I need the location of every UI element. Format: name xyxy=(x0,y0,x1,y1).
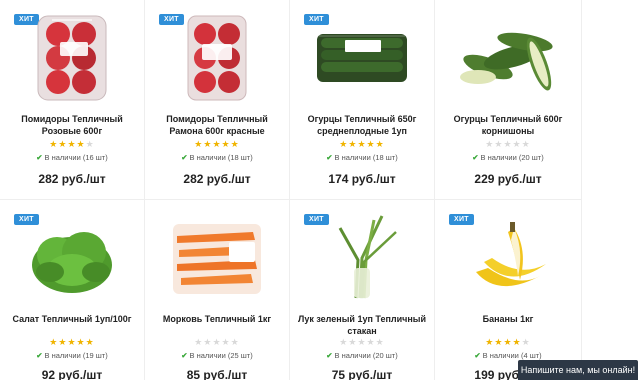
stock-status: ✔ В наличии (18 шт) xyxy=(290,153,434,162)
stock-text: В наличии (16 шт) xyxy=(44,153,108,162)
product-title[interactable]: Морковь Тепличный 1кг xyxy=(153,313,281,325)
rating-stars: ★★★★★ xyxy=(145,337,289,347)
star-icon: ★ xyxy=(503,139,513,149)
star-icon: ★ xyxy=(357,139,367,149)
star-icon: ★ xyxy=(221,139,231,149)
star-icon: ★ xyxy=(67,139,77,149)
check-icon: ✔ xyxy=(181,351,188,360)
product-card[interactable]: ХИТ Лук зеленый 1уп Тепличный стакан ★★★… xyxy=(290,200,435,380)
star-icon: ★ xyxy=(366,337,376,347)
star-icon: ★ xyxy=(194,139,204,149)
stock-status: ✔ В наличии (19 шт) xyxy=(0,351,144,360)
stock-status: ✔ В наличии (4 шт) xyxy=(435,351,581,360)
lettuce-image[interactable] xyxy=(0,210,144,302)
cucumber-pack-image[interactable] xyxy=(290,12,434,102)
product-title[interactable]: Бананы 1кг xyxy=(443,313,573,325)
star-icon: ★ xyxy=(357,337,367,347)
product-price: 92 руб./шт xyxy=(41,368,103,380)
product-title[interactable]: Помидоры Тепличный Рамона 600г красные xyxy=(153,113,281,137)
product-card[interactable]: ХИТ Помидоры Тепличный Розовые 600г ★★★★… xyxy=(0,0,145,200)
stock-text: В наличии (4 шт) xyxy=(482,351,542,360)
gherkin-image[interactable] xyxy=(435,12,581,102)
star-icon: ★ xyxy=(212,139,222,149)
star-icon: ★ xyxy=(339,139,349,149)
star-icon: ★ xyxy=(76,139,86,149)
stock-text: В наличии (20 шт) xyxy=(480,153,544,162)
stock-text: В наличии (25 шт) xyxy=(189,351,253,360)
stock-text: В наличии (18 шт) xyxy=(334,153,398,162)
product-card[interactable]: ХИТ Помидоры Тепличный Рамона 600г красн… xyxy=(145,0,290,200)
star-icon: ★ xyxy=(375,139,385,149)
green-onion-image[interactable] xyxy=(290,210,434,302)
online-chat-button[interactable]: Напишите нам, мы онлайн! xyxy=(518,360,638,380)
star-icon: ★ xyxy=(366,139,376,149)
star-icon: ★ xyxy=(485,337,495,347)
stock-text: В наличии (20 шт) xyxy=(334,351,398,360)
check-icon: ✔ xyxy=(181,153,188,162)
banana-image[interactable] xyxy=(435,210,581,302)
product-price: 75 руб./шт xyxy=(331,368,393,380)
tomato-tray-image[interactable] xyxy=(145,12,289,102)
rating-stars: ★★★★★ xyxy=(290,139,434,149)
star-icon: ★ xyxy=(49,139,59,149)
check-icon: ✔ xyxy=(474,351,481,360)
product-price: 174 руб./шт xyxy=(328,172,396,186)
product-card[interactable]: ХИТ Бананы 1кг ★★★★★ ✔ В наличии (4 шт) 1… xyxy=(435,200,582,380)
star-icon: ★ xyxy=(230,139,240,149)
check-icon: ✔ xyxy=(326,153,333,162)
stock-status: ✔ В наличии (16 шт) xyxy=(0,153,144,162)
check-icon: ✔ xyxy=(36,351,43,360)
product-title[interactable]: Огурцы Тепличный 600г корнишоны xyxy=(443,113,573,137)
star-icon: ★ xyxy=(485,139,495,149)
rating-stars: ★★★★★ xyxy=(0,139,144,149)
tomato-pack-image[interactable] xyxy=(0,12,144,102)
product-grid: ХИТ Помидоры Тепличный Розовые 600г ★★★★… xyxy=(0,0,582,380)
product-title[interactable]: Помидоры Тепличный Розовые 600г xyxy=(8,113,136,137)
stock-status: ✔ В наличии (20 шт) xyxy=(290,351,434,360)
product-title[interactable]: Огурцы Тепличный 650г среднеплодные 1уп xyxy=(298,113,426,137)
star-icon: ★ xyxy=(67,337,77,347)
product-card[interactable]: ХИТ Салат Тепличный 1уп/100г ★★★★★ ✔ В на… xyxy=(0,200,145,380)
stock-status: ✔ В наличии (18 шт) xyxy=(145,153,289,162)
product-card[interactable]: Огурцы Тепличный 600г корнишоны ★★★★★ ✔ В… xyxy=(435,0,582,200)
star-icon: ★ xyxy=(512,337,522,347)
rating-stars: ★★★★★ xyxy=(435,337,581,347)
product-price: 85 руб./шт xyxy=(186,368,248,380)
star-icon: ★ xyxy=(194,337,204,347)
star-icon: ★ xyxy=(521,139,531,149)
check-icon: ✔ xyxy=(472,153,479,162)
star-icon: ★ xyxy=(339,337,349,347)
star-icon: ★ xyxy=(503,337,513,347)
star-icon: ★ xyxy=(512,139,522,149)
carrot-bag-image[interactable] xyxy=(145,210,289,302)
check-icon: ✔ xyxy=(326,351,333,360)
rating-stars: ★★★★★ xyxy=(435,139,581,149)
check-icon: ✔ xyxy=(36,153,43,162)
star-icon: ★ xyxy=(521,337,531,347)
product-card[interactable]: Морковь Тепличный 1кг ★★★★★ ✔ В наличии (… xyxy=(145,200,290,380)
stock-status: ✔ В наличии (20 шт) xyxy=(435,153,581,162)
star-icon: ★ xyxy=(49,337,59,347)
product-card[interactable]: ХИТ Огурцы Тепличный 650г среднеплодные … xyxy=(290,0,435,200)
star-icon: ★ xyxy=(212,337,222,347)
product-price: 282 руб./шт xyxy=(38,172,106,186)
star-icon: ★ xyxy=(76,337,86,347)
product-title[interactable]: Салат Тепличный 1уп/100г xyxy=(8,313,136,325)
rating-stars: ★★★★★ xyxy=(290,337,434,347)
stock-text: В наличии (19 шт) xyxy=(44,351,108,360)
star-icon: ★ xyxy=(85,337,95,347)
rating-stars: ★★★★★ xyxy=(145,139,289,149)
product-title[interactable]: Лук зеленый 1уп Тепличный стакан xyxy=(298,313,426,337)
star-icon: ★ xyxy=(230,337,240,347)
rating-stars: ★★★★★ xyxy=(0,337,144,347)
star-icon: ★ xyxy=(375,337,385,347)
star-icon: ★ xyxy=(221,337,231,347)
star-icon: ★ xyxy=(85,139,95,149)
stock-status: ✔ В наличии (25 шт) xyxy=(145,351,289,360)
product-price: 229 руб./шт xyxy=(474,172,542,186)
product-price: 282 руб./шт xyxy=(183,172,251,186)
stock-text: В наличии (18 шт) xyxy=(189,153,253,162)
